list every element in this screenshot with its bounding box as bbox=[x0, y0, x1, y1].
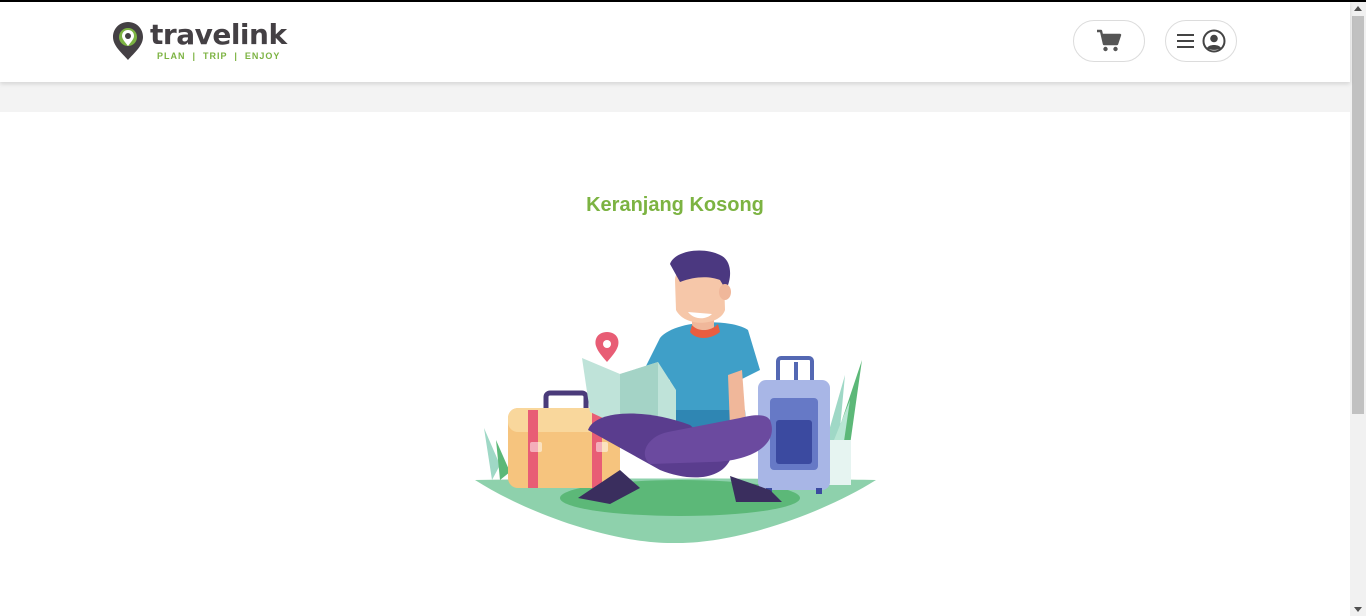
location-pin-logo-icon bbox=[113, 22, 143, 60]
shopping-cart-icon bbox=[1097, 29, 1122, 52]
scrollbar-thumb[interactable] bbox=[1352, 16, 1364, 414]
empty-cart-title: Keranjang Kosong bbox=[586, 194, 764, 216]
header-spacer-strip bbox=[0, 82, 1350, 112]
scroll-up-arrow-icon[interactable] bbox=[1354, 6, 1362, 11]
scroll-down-arrow-icon[interactable] bbox=[1354, 607, 1362, 612]
brand-name: travelink bbox=[150, 18, 287, 51]
brand-tagline: PLAN | TRIP | ENJOY bbox=[157, 51, 281, 61]
empty-cart-illustration bbox=[475, 250, 876, 544]
hamburger-menu-icon bbox=[1177, 34, 1194, 48]
cart-button[interactable] bbox=[1073, 20, 1145, 62]
account-menu-button[interactable] bbox=[1165, 20, 1237, 62]
travelink-logo[interactable]: travelink PLAN | TRIP | ENJOY bbox=[110, 18, 287, 64]
vertical-scrollbar[interactable] bbox=[1350, 2, 1366, 616]
site-header: travelink PLAN | TRIP | ENJOY bbox=[0, 2, 1350, 82]
user-circle-icon bbox=[1202, 29, 1226, 53]
